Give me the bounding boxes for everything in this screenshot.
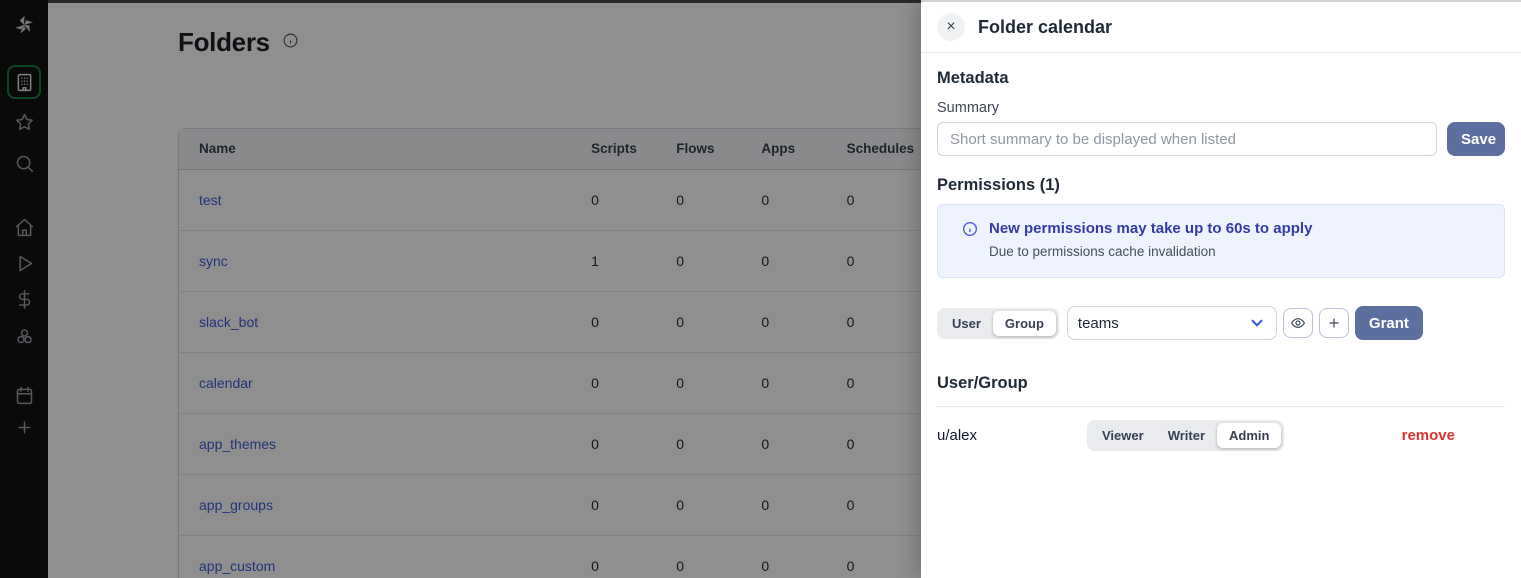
group-select-value: teams [1078, 315, 1119, 332]
role-writer-button[interactable]: Writer [1156, 423, 1217, 448]
metadata-heading: Metadata [937, 69, 1505, 88]
view-group-button[interactable] [1283, 308, 1313, 338]
summary-input[interactable] [937, 122, 1437, 156]
toggle-group-button[interactable]: Group [993, 311, 1056, 336]
alert-title: New permissions may take up to 60s to ap… [989, 220, 1312, 237]
grant-controls-row: User Group teams Grant [937, 306, 1505, 340]
role-toggle: Viewer Writer Admin [1087, 420, 1284, 451]
user-group-heading: User/Group [937, 374, 1505, 393]
permission-row: u/alex Viewer Writer Admin remove [937, 407, 1505, 464]
eye-icon [1290, 315, 1306, 331]
user-group-toggle: User Group [937, 308, 1059, 339]
summary-label: Summary [937, 100, 1505, 116]
permissions-heading: Permissions (1) [937, 176, 1505, 195]
group-select[interactable]: teams [1067, 306, 1277, 340]
save-button[interactable]: Save [1447, 122, 1505, 156]
plus-icon [1326, 315, 1342, 331]
role-viewer-button[interactable]: Viewer [1090, 423, 1156, 448]
remove-permission-link[interactable]: remove [1402, 427, 1455, 444]
alert-subtitle: Due to permissions cache invalidation [989, 244, 1488, 259]
info-circle-icon [962, 221, 978, 237]
chevron-down-icon [1248, 314, 1266, 332]
modal-backdrop[interactable] [0, 0, 921, 578]
drawer-title: Folder calendar [978, 17, 1112, 38]
add-group-button[interactable] [1319, 308, 1349, 338]
permission-entity-name: u/alex [937, 427, 1087, 444]
toggle-user-button[interactable]: User [940, 311, 993, 336]
permissions-alert: New permissions may take up to 60s to ap… [937, 204, 1505, 278]
grant-button[interactable]: Grant [1355, 306, 1423, 340]
drawer-header: × Folder calendar [921, 2, 1521, 53]
role-admin-button[interactable]: Admin [1217, 423, 1281, 448]
close-button[interactable]: × [937, 13, 965, 41]
folder-drawer: × Folder calendar Metadata Summary Save … [921, 0, 1521, 578]
